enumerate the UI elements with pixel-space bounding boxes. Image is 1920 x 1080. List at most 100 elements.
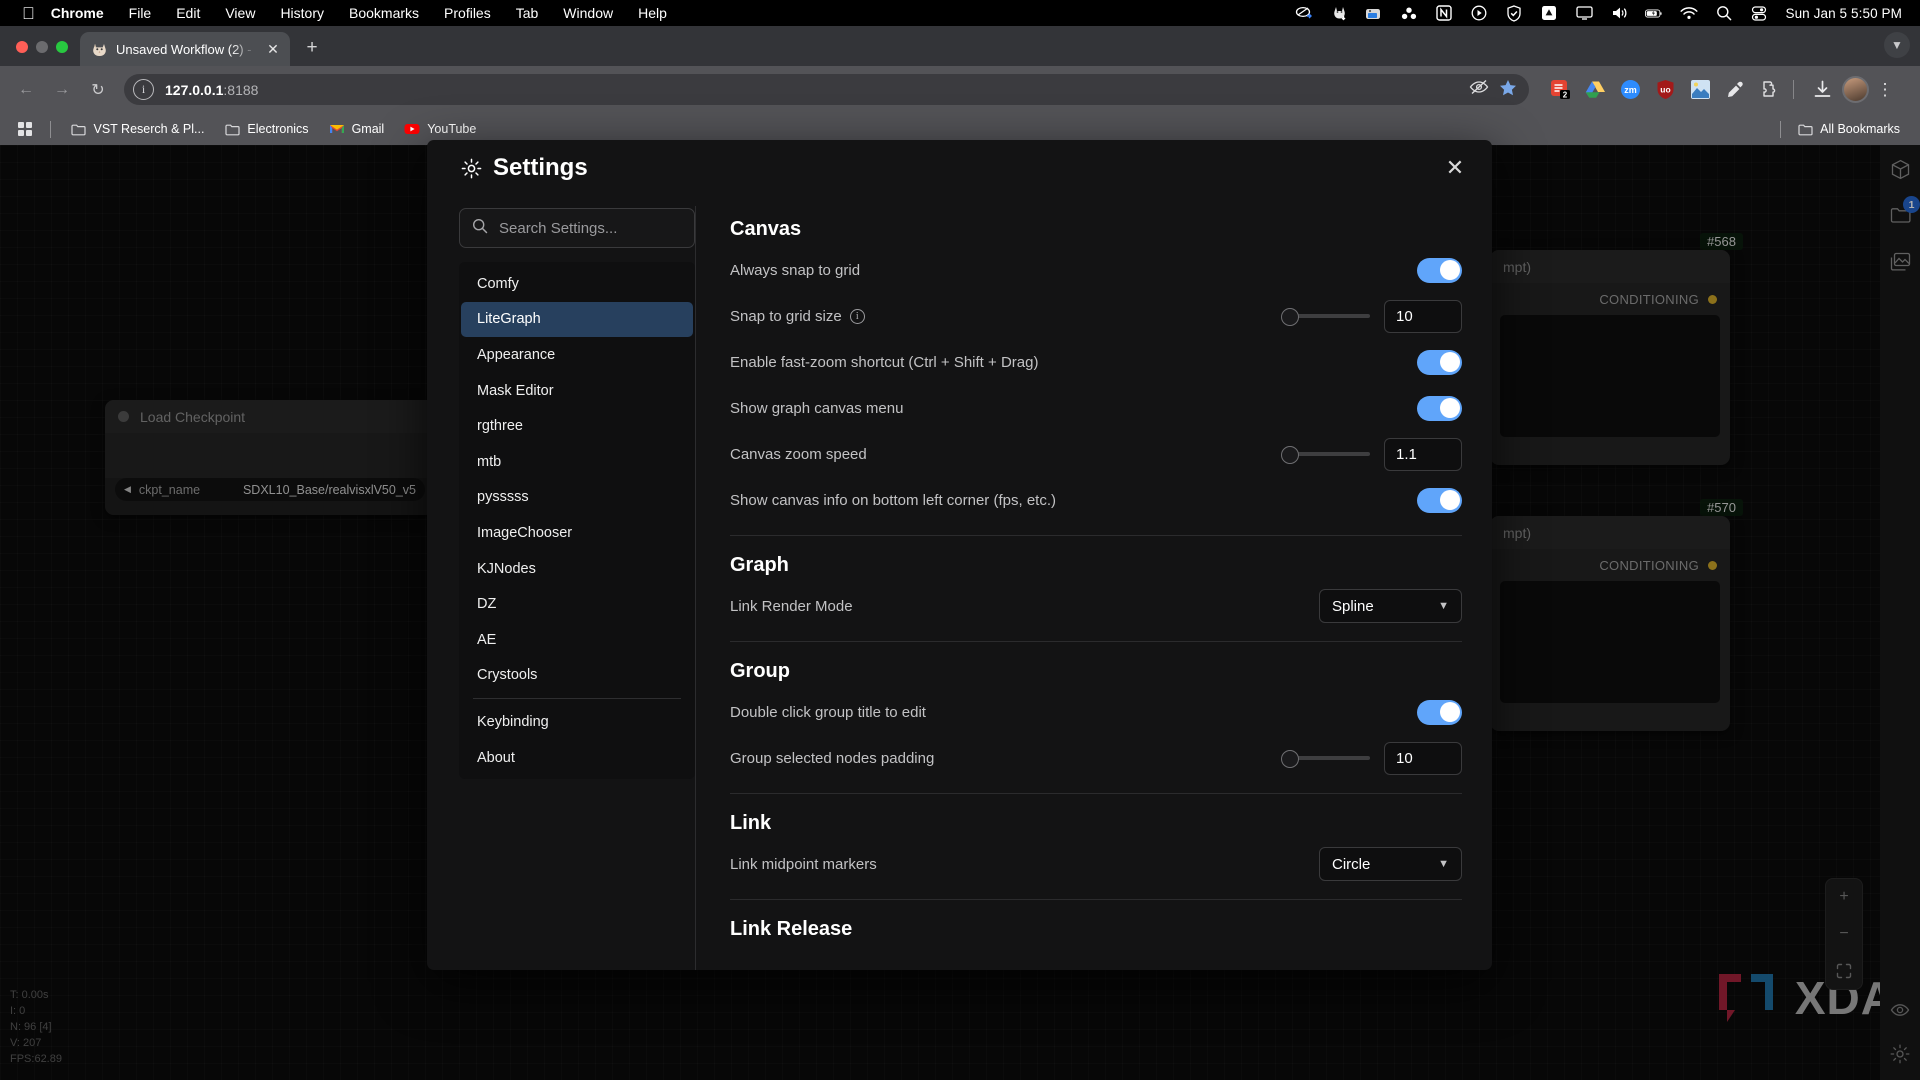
site-info-icon[interactable]: i	[133, 79, 154, 100]
menu-tab[interactable]: Tab	[516, 5, 539, 21]
menu-edit[interactable]: Edit	[176, 5, 200, 21]
section-heading-graph: Graph	[730, 554, 789, 576]
menu-bar-clock[interactable]: Sun Jan 5 5:50 PM	[1785, 6, 1902, 21]
select-link-midpoint-markers[interactable]: Circle ▼	[1319, 847, 1462, 881]
creative-cloud-icon[interactable]	[1295, 4, 1313, 22]
sidebar-item-imagechooser[interactable]: ImageChooser	[461, 515, 693, 551]
chevron-down-icon[interactable]: ▼	[1884, 32, 1910, 58]
folder-icon	[71, 121, 87, 137]
menu-view[interactable]: View	[225, 5, 255, 21]
close-tab-button[interactable]: ✕	[264, 40, 282, 58]
close-window-button[interactable]	[16, 41, 28, 53]
sidebar-item-dz[interactable]: DZ	[461, 586, 693, 622]
reload-button[interactable]: ↻	[82, 74, 114, 106]
forward-button[interactable]: →	[46, 74, 78, 106]
setting-row-link-render-mode: Link Render Mode Spline ▼	[730, 583, 1462, 629]
sidebar-item-comfy[interactable]: Comfy	[461, 266, 693, 302]
search-input[interactable]	[499, 219, 698, 237]
hide-password-icon[interactable]	[1469, 79, 1489, 100]
toggle-double-click-group-title[interactable]	[1417, 699, 1462, 725]
play-circle-icon[interactable]	[1470, 4, 1488, 22]
browser-tab-active[interactable]: Unsaved Workflow (2) - Com ✕	[80, 32, 290, 66]
select-link-render-mode[interactable]: Spline ▼	[1319, 589, 1462, 623]
sidebar-item-keybinding[interactable]: Keybinding	[461, 704, 693, 740]
sidebar-item-crystools[interactable]: Crystools	[461, 658, 693, 694]
minimize-window-button[interactable]	[36, 41, 48, 53]
download-icon[interactable]	[1806, 74, 1838, 106]
all-bookmarks-button[interactable]: All Bookmarks	[1789, 117, 1908, 141]
extensions-puzzle-icon[interactable]	[1759, 79, 1781, 101]
image-tool-extension-icon[interactable]	[1689, 79, 1711, 101]
section-divider	[730, 641, 1462, 642]
back-button[interactable]: ←	[10, 74, 42, 106]
menu-profiles[interactable]: Profiles	[444, 5, 491, 21]
toggle-always-snap-to-grid[interactable]	[1417, 257, 1462, 283]
menu-bookmarks[interactable]: Bookmarks	[349, 5, 419, 21]
notion-icon[interactable]	[1435, 4, 1453, 22]
menu-history[interactable]: History	[280, 5, 324, 21]
sidebar-item-rgthree[interactable]: rgthree	[461, 408, 693, 444]
battery-icon[interactable]	[1645, 4, 1663, 22]
asana-icon[interactable]	[1400, 4, 1418, 22]
section-divider	[730, 535, 1462, 536]
spotlight-search-icon[interactable]	[1715, 4, 1733, 22]
sidebar-item-mask-editor[interactable]: Mask Editor	[461, 373, 693, 409]
setting-control: Circle ▼	[1319, 847, 1462, 881]
toggle-show-canvas-info[interactable]	[1417, 487, 1462, 513]
eyedropper-extension-icon[interactable]	[1724, 79, 1746, 101]
settings-search-field[interactable]	[459, 208, 698, 248]
sidebar-item-kjnodes[interactable]: KJNodes	[461, 551, 693, 587]
adguard-icon[interactable]	[1505, 4, 1523, 22]
profile-avatar[interactable]	[1842, 76, 1869, 103]
apple-logo-icon[interactable]: 	[22, 5, 35, 22]
menu-chrome[interactable]: Chrome	[51, 5, 104, 21]
menu-file[interactable]: File	[129, 5, 152, 21]
screen-recorder-icon[interactable]	[1365, 4, 1383, 22]
toggle-fast-zoom-shortcut[interactable]	[1417, 349, 1462, 375]
bookmark-electronics[interactable]: Electronics	[216, 117, 316, 141]
volume-icon[interactable]	[1610, 4, 1628, 22]
google-drive-extension-icon[interactable]	[1584, 79, 1606, 101]
slider-snap-to-grid-size[interactable]	[1281, 308, 1370, 326]
ublock-origin-extension-icon[interactable]: uo	[1654, 79, 1676, 101]
section-heading-link-release: Link Release	[730, 918, 853, 940]
toggle-show-graph-canvas-menu[interactable]	[1417, 395, 1462, 421]
sidebar-item-ae[interactable]: AE	[461, 622, 693, 658]
setting-control	[1417, 699, 1462, 725]
setting-row-fast-zoom-shortcut: Enable fast-zoom shortcut (Ctrl + Shift …	[730, 339, 1462, 385]
maximize-window-button[interactable]	[56, 41, 68, 53]
setting-row-double-click-group-title: Double click group title to edit	[730, 689, 1462, 735]
bookmark-vst-research[interactable]: VST Reserch & Pl...	[63, 117, 213, 141]
select-value: Spline	[1332, 597, 1374, 615]
slider-group-selected-nodes-padding[interactable]	[1281, 750, 1370, 768]
zoom-extension-icon[interactable]: zm	[1619, 79, 1641, 101]
number-input-group-selected-nodes-padding[interactable]: 10	[1384, 741, 1462, 775]
menu-window[interactable]: Window	[563, 5, 613, 21]
bookmark-star-icon[interactable]	[1499, 79, 1517, 101]
alpaca-icon[interactable]	[1330, 4, 1348, 22]
bookmark-youtube[interactable]: YouTube	[396, 117, 484, 141]
sidebar-item-litegraph[interactable]: LiteGraph	[461, 301, 693, 338]
number-input-snap-to-grid-size[interactable]: 10	[1384, 299, 1462, 333]
menu-help[interactable]: Help	[638, 5, 667, 21]
browser-tab-title: Unsaved Workflow (2) - Com	[116, 41, 256, 57]
search-icon	[472, 218, 488, 239]
arc-browser-icon[interactable]	[1540, 4, 1558, 22]
new-tab-button[interactable]: +	[298, 34, 326, 62]
number-input-canvas-zoom-speed[interactable]: 1.1	[1384, 437, 1462, 471]
sidebar-item-about[interactable]: About	[461, 740, 693, 776]
todoist-extension-icon[interactable]: 2	[1549, 79, 1571, 101]
apps-grid-icon[interactable]	[12, 122, 38, 136]
info-icon[interactable]: i	[849, 308, 865, 324]
address-bar[interactable]: i 127.0.0.1:8188	[124, 74, 1529, 105]
bookmark-gmail[interactable]: Gmail	[321, 117, 393, 141]
sidebar-item-mtb[interactable]: mtb	[461, 444, 693, 480]
sidebar-item-pysssss[interactable]: pysssss	[461, 480, 693, 516]
display-icon[interactable]	[1575, 4, 1593, 22]
slider-canvas-zoom-speed[interactable]	[1281, 446, 1370, 464]
three-dot-menu-icon[interactable]: ⋮	[1873, 81, 1897, 98]
close-icon[interactable]: ✕	[1440, 153, 1470, 183]
control-center-icon[interactable]	[1750, 4, 1768, 22]
sidebar-item-appearance[interactable]: Appearance	[461, 337, 693, 373]
wifi-icon[interactable]	[1680, 4, 1699, 22]
